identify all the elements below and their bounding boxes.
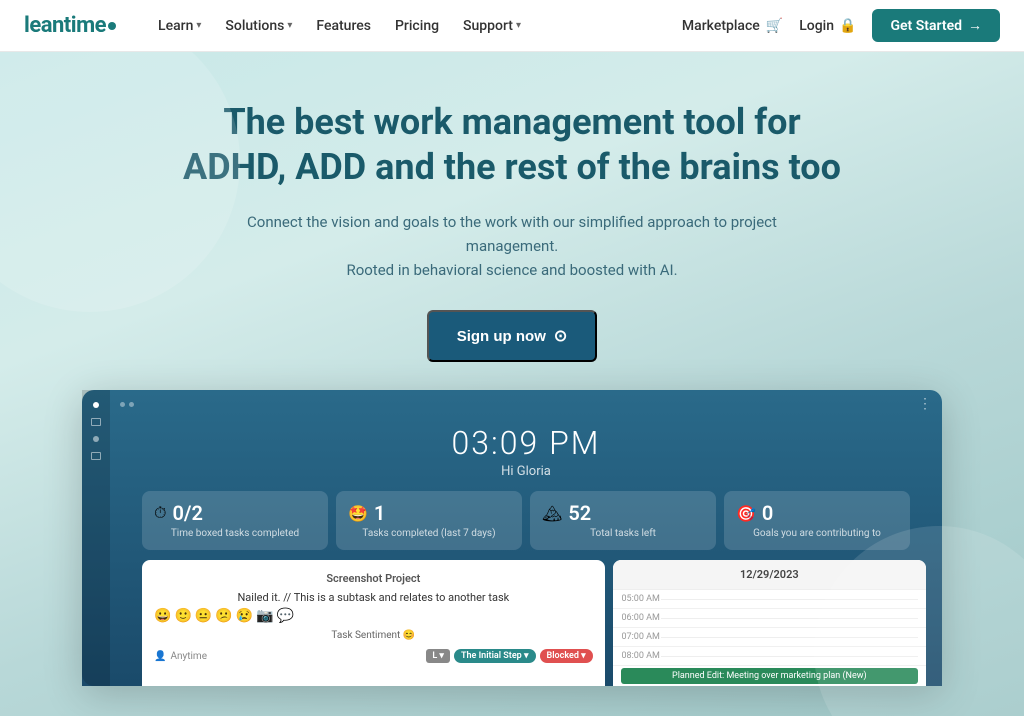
stat-goals: 🎯 0 Goals you are contributing to <box>724 491 910 550</box>
sidebar-dot <box>93 436 99 442</box>
emoji-sad: 😕 <box>215 608 232 624</box>
app-greeting: Hi Gloria <box>110 464 942 479</box>
hero-section: The best work management tool for ADHD, … <box>0 52 1024 716</box>
emoji-slight: 🙂 <box>174 608 191 624</box>
calendar-event: Planned Edit: Meeting over marketing pla… <box>621 668 918 684</box>
completed-label: Tasks completed (last 7 days) <box>348 527 510 540</box>
time-line <box>661 656 918 657</box>
logo-text: leantime <box>24 13 106 38</box>
task-emoji-row: 😀 🙂 😐 😕 😢 📷 💬 <box>154 608 593 624</box>
total-label: Total tasks left <box>542 527 704 540</box>
app-main-content: ⋮ 03:09 PM Hi Gloria ⏱ 0/2 Time boxed ta… <box>110 390 942 686</box>
login-link[interactable]: Login 🔒 <box>799 18 856 34</box>
total-value: 52 <box>568 501 591 525</box>
time-label-5am: 05:00 AM <box>621 594 661 604</box>
sidebar-icon-square2 <box>91 452 101 460</box>
task-badges: L ▾ The Initial Step ▾ Blocked ▾ <box>426 649 592 663</box>
time-line <box>661 618 918 619</box>
nav-pricing[interactable]: Pricing <box>385 12 449 40</box>
hero-title: The best work management tool for ADHD, … <box>162 100 862 190</box>
chevron-down-icon: ▾ <box>196 20 201 31</box>
chevron-down-icon: ▾ <box>516 20 521 31</box>
chevron-down-icon: ▾ <box>287 20 292 31</box>
time-line <box>661 637 918 638</box>
marketplace-link[interactable]: Marketplace 🛒 <box>682 18 783 34</box>
goals-label: Goals you are contributing to <box>736 527 898 540</box>
emoji-happy: 😀 <box>154 608 171 624</box>
goals-value: 0 <box>762 501 773 525</box>
task-area: Screenshot Project Nailed it. // This is… <box>126 560 942 686</box>
navigation: leantime Learn ▾ Solutions ▾ Features Pr… <box>0 0 1024 52</box>
sidebar-dot-active <box>93 402 99 408</box>
timebox-label: Time boxed tasks completed <box>154 527 316 540</box>
nav-features[interactable]: Features <box>306 12 381 40</box>
hero-subtitle: Connect the vision and goals to the work… <box>232 210 792 282</box>
arrow-right-icon: → <box>968 17 982 34</box>
task-time: 👤 Anytime <box>154 651 207 662</box>
completed-emoji: 🤩 <box>348 504 368 523</box>
completed-value: 1 <box>374 501 385 525</box>
timebox-emoji: ⏱ <box>154 503 166 523</box>
nav-learn[interactable]: Learn ▾ <box>148 12 211 40</box>
time-label-8am: 08:00 AM <box>621 651 661 661</box>
top-dot2 <box>129 402 134 407</box>
cal-row-5am: 05:00 AM <box>613 590 926 609</box>
task-panel: Screenshot Project Nailed it. // This is… <box>142 560 605 686</box>
nav-right: Marketplace 🛒 Login 🔒 Get Started → <box>682 9 1000 42</box>
cal-row-8am: 08:00 AM <box>613 647 926 666</box>
app-preview: ⋮ 03:09 PM Hi Gloria ⏱ 0/2 Time boxed ta… <box>82 390 942 686</box>
get-started-button[interactable]: Get Started → <box>872 9 1000 42</box>
badge-blocked[interactable]: Blocked ▾ <box>540 649 593 663</box>
person-icon: 👤 <box>154 651 166 662</box>
cal-row-7am: 07:00 AM <box>613 628 926 647</box>
circle-arrow-icon: ⊙ <box>554 326 567 346</box>
task-title: Nailed it. // This is a subtask and rela… <box>154 591 593 604</box>
emoji-speech: 💬 <box>277 608 294 624</box>
timebox-value: 0/2 <box>172 501 202 525</box>
stat-timebox: ⏱ 0/2 Time boxed tasks completed <box>142 491 328 550</box>
signup-button[interactable]: Sign up now ⊙ <box>427 310 598 362</box>
stats-row: ⏱ 0/2 Time boxed tasks completed 🤩 1 Tas… <box>126 491 926 560</box>
emoji-neutral: 😐 <box>195 608 212 624</box>
time-line <box>661 599 918 600</box>
nav-links: Learn ▾ Solutions ▾ Features Pricing Sup… <box>148 12 682 40</box>
task-footer: 👤 Anytime L ▾ The Initial Step ▾ Blocked… <box>154 649 593 663</box>
stat-completed: 🤩 1 Tasks completed (last 7 days) <box>336 491 522 550</box>
emoji-camera: 📷 <box>256 608 273 624</box>
badge-l[interactable]: L ▾ <box>426 649 450 663</box>
badge-step[interactable]: The Initial Step ▾ <box>454 649 536 663</box>
nav-solutions[interactable]: Solutions ▾ <box>215 12 302 40</box>
stat-total: 🏔 52 Total tasks left <box>530 491 716 550</box>
cart-icon: 🛒 <box>766 18 783 34</box>
cal-row-6am: 06:00 AM <box>613 609 926 628</box>
lock-icon: 🔒 <box>839 18 856 34</box>
app-time-section: 03:09 PM Hi Gloria <box>110 416 942 491</box>
calendar-date: 12/29/2023 <box>613 560 926 590</box>
app-time-display: 03:09 PM <box>110 424 942 462</box>
logo-dot <box>108 22 116 30</box>
goals-emoji: 🎯 <box>736 504 756 523</box>
task-project: Screenshot Project <box>154 572 593 585</box>
time-label-6am: 06:00 AM <box>621 613 661 623</box>
app-sidebar <box>82 390 110 686</box>
app-topbar: ⋮ <box>110 390 942 416</box>
time-label-7am: 07:00 AM <box>621 632 661 642</box>
sidebar-icon-square <box>91 418 101 426</box>
topbar-left-dots <box>120 402 134 407</box>
nav-support[interactable]: Support ▾ <box>453 12 531 40</box>
calendar-panel: 12/29/2023 05:00 AM 06:00 AM 07:00 AM <box>613 560 926 686</box>
total-emoji: 🏔 <box>542 504 562 523</box>
topbar-menu-icon: ⋮ <box>918 396 932 412</box>
task-sentiment: Task Sentiment 😊 <box>154 630 593 641</box>
logo[interactable]: leantime <box>24 13 116 38</box>
emoji-cry: 😢 <box>236 608 253 624</box>
top-dot <box>120 402 125 407</box>
